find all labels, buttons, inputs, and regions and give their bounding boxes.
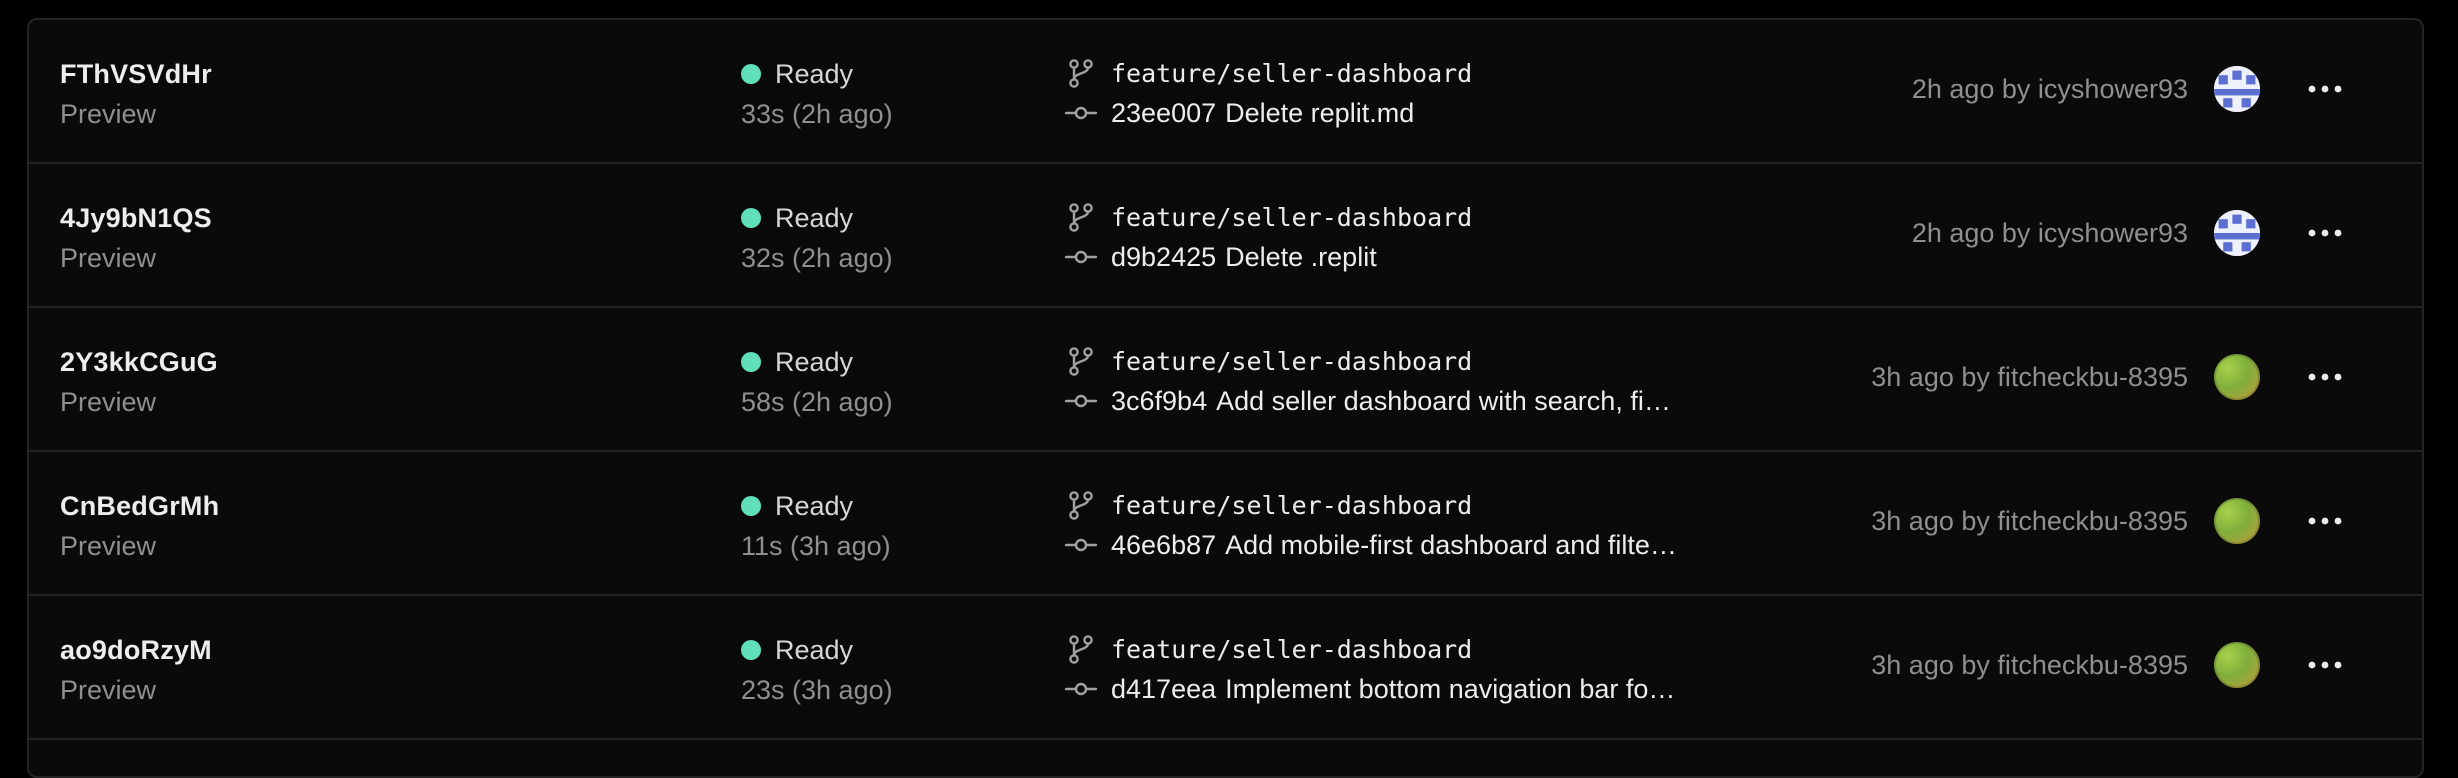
git-commit-icon — [1065, 673, 1097, 705]
created-by-text: 2h ago by icyshower93 — [1911, 73, 2188, 104]
avatar[interactable] — [2214, 354, 2260, 400]
avatar[interactable] — [2214, 210, 2260, 256]
commit-message[interactable]: Add mobile-first dashboard and filte… — [1225, 530, 1677, 561]
environment-label: Preview — [60, 99, 157, 129]
commit-sha-link[interactable]: 3c6f9b4 — [1111, 386, 1207, 417]
build-duration: 23s (3h ago) — [741, 675, 893, 705]
ellipsis-horizontal-icon[interactable] — [2306, 646, 2344, 684]
commit-message[interactable]: Add seller dashboard with search, fi… — [1216, 386, 1671, 417]
environment-label: Preview — [60, 243, 157, 273]
git-branch-icon — [1065, 57, 1097, 89]
status-label: Ready — [775, 346, 854, 377]
status-ready-dot-icon — [741, 640, 761, 660]
branch-name-link[interactable]: feature/seller-dashboard — [1111, 59, 1472, 88]
branch-name-link[interactable]: feature/seller-dashboard — [1111, 635, 1472, 664]
deployment-row[interactable]: 2Y3kkCGuG Preview Ready 58s (2h ago) fea… — [29, 308, 2422, 452]
build-duration: 11s (3h ago) — [741, 531, 891, 561]
commit-sha-link[interactable]: d9b2425 — [1111, 242, 1216, 273]
ellipsis-horizontal-icon[interactable] — [2306, 70, 2344, 108]
status-label: Ready — [775, 634, 854, 665]
commit-message[interactable]: Implement bottom navigation bar fo… — [1225, 674, 1675, 705]
build-duration: 58s (2h ago) — [741, 387, 893, 417]
deployment-id-link[interactable]: 4Jy9bN1QS — [60, 202, 212, 234]
build-duration: 33s (2h ago) — [741, 99, 893, 129]
status-cell: Ready 23s (3h ago) — [741, 634, 893, 706]
status-cell: Ready 58s (2h ago) — [741, 346, 893, 418]
status-ready-dot-icon — [741, 64, 761, 84]
build-duration: 32s (2h ago) — [741, 243, 893, 273]
commit-sha-link[interactable]: 46e6b87 — [1111, 530, 1216, 561]
environment-label: Preview — [60, 531, 157, 561]
meta-cell: 3h ago by fitcheckbu-8395 — [1871, 640, 2344, 690]
status-cell: Ready 33s (2h ago) — [741, 58, 893, 130]
source-cell: feature/seller-dashboard 23ee007 Delete … — [1065, 56, 1472, 130]
deployment-id-link[interactable]: FThVSVdHr — [60, 58, 212, 90]
meta-cell: 2h ago by icyshower93 — [1912, 208, 2344, 258]
git-branch-icon — [1065, 489, 1097, 521]
source-cell: feature/seller-dashboard 46e6b87 Add mob… — [1065, 488, 1677, 562]
deployment-id-link[interactable]: CnBedGrMh — [60, 490, 219, 522]
commit-sha-link[interactable]: 23ee007 — [1111, 98, 1216, 129]
git-commit-icon — [1065, 97, 1097, 129]
avatar[interactable] — [2214, 642, 2260, 688]
created-by-text: 3h ago by fitcheckbu-8395 — [1871, 649, 2188, 680]
created-by-text: 2h ago by icyshower93 — [1911, 217, 2188, 248]
git-branch-icon — [1065, 633, 1097, 665]
git-commit-icon — [1065, 385, 1097, 417]
avatar[interactable] — [2214, 498, 2260, 544]
status-label: Ready — [775, 58, 854, 89]
status-ready-dot-icon — [741, 352, 761, 372]
avatar[interactable] — [2214, 66, 2260, 112]
meta-cell: 3h ago by fitcheckbu-8395 — [1871, 496, 2344, 546]
created-by-text: 3h ago by fitcheckbu-8395 — [1871, 505, 2188, 536]
status-ready-dot-icon — [741, 496, 761, 516]
deployment-id-cell: ao9doRzyM Preview — [60, 634, 212, 706]
environment-label: Preview — [60, 387, 157, 417]
created-by-text: 3h ago by fitcheckbu-8395 — [1871, 361, 2188, 392]
commit-message[interactable]: Delete .replit — [1225, 242, 1377, 273]
meta-cell: 3h ago by fitcheckbu-8395 — [1871, 352, 2344, 402]
source-cell: feature/seller-dashboard 3c6f9b4 Add sel… — [1065, 344, 1671, 418]
meta-cell: 2h ago by icyshower93 — [1912, 64, 2344, 114]
deployment-row[interactable]: 4Jy9bN1QS Preview Ready 32s (2h ago) fea… — [29, 164, 2422, 308]
ellipsis-horizontal-icon[interactable] — [2306, 358, 2344, 396]
git-branch-icon — [1065, 201, 1097, 233]
source-cell: feature/seller-dashboard d417eea Impleme… — [1065, 632, 1675, 706]
ellipsis-horizontal-icon[interactable] — [2306, 502, 2344, 540]
git-branch-icon — [1065, 345, 1097, 377]
status-cell: Ready 11s (3h ago) — [741, 490, 891, 562]
branch-name-link[interactable]: feature/seller-dashboard — [1111, 491, 1472, 520]
deployment-id-cell: FThVSVdHr Preview — [60, 58, 212, 130]
branch-name-link[interactable]: feature/seller-dashboard — [1111, 203, 1472, 232]
commit-sha-link[interactable]: d417eea — [1111, 674, 1216, 705]
status-cell: Ready 32s (2h ago) — [741, 202, 893, 274]
deployment-id-link[interactable]: 2Y3kkCGuG — [60, 346, 218, 378]
deployment-row[interactable]: CnBedGrMh Preview Ready 11s (3h ago) fea… — [29, 452, 2422, 596]
git-commit-icon — [1065, 529, 1097, 561]
source-cell: feature/seller-dashboard d9b2425 Delete … — [1065, 200, 1472, 274]
branch-name-link[interactable]: feature/seller-dashboard — [1111, 347, 1472, 376]
git-commit-icon — [1065, 241, 1097, 273]
deployment-id-link[interactable]: ao9doRzyM — [60, 634, 212, 666]
commit-message[interactable]: Delete replit.md — [1225, 98, 1414, 129]
status-label: Ready — [775, 490, 854, 521]
deployment-id-cell: 4Jy9bN1QS Preview — [60, 202, 212, 274]
deployments-list: FThVSVdHr Preview Ready 33s (2h ago) fea… — [27, 18, 2424, 778]
deployment-row[interactable]: ao9doRzyM Preview Ready 23s (3h ago) fea… — [29, 596, 2422, 740]
deployment-row[interactable]: FThVSVdHr Preview Ready 33s (2h ago) fea… — [29, 20, 2422, 164]
status-label: Ready — [775, 202, 854, 233]
deployment-id-cell: CnBedGrMh Preview — [60, 490, 219, 562]
environment-label: Preview — [60, 675, 157, 705]
ellipsis-horizontal-icon[interactable] — [2306, 214, 2344, 252]
status-ready-dot-icon — [741, 208, 761, 228]
deployment-id-cell: 2Y3kkCGuG Preview — [60, 346, 218, 418]
